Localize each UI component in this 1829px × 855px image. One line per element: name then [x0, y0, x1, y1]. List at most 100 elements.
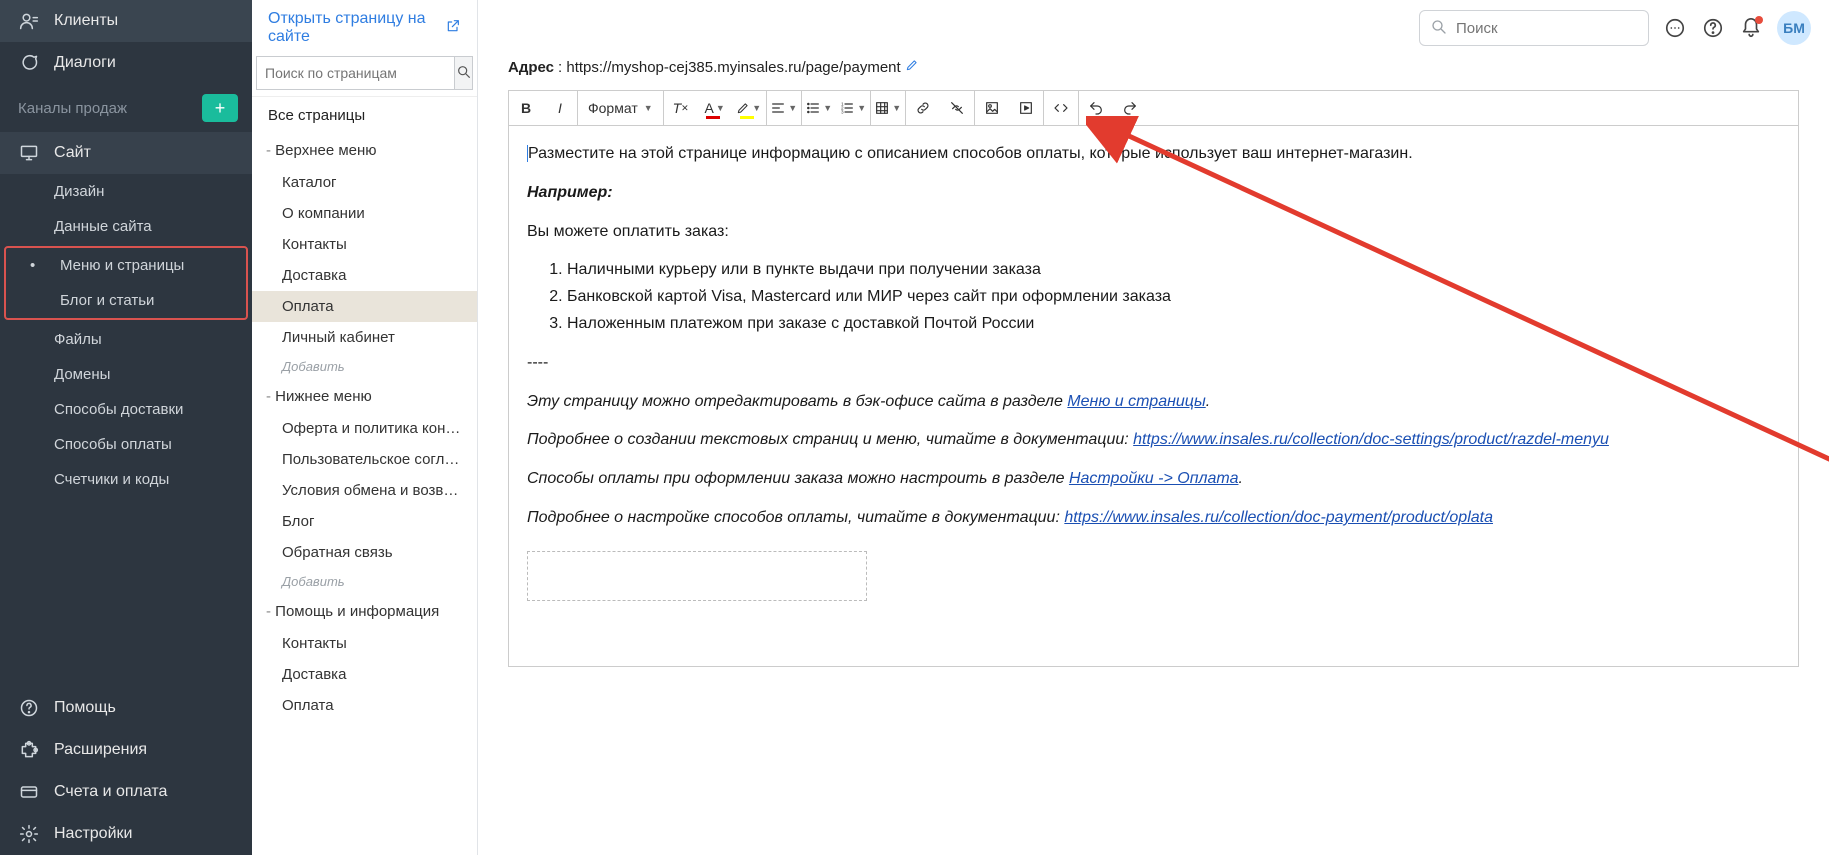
tree-item-contacts[interactable]: Контакты	[252, 229, 477, 260]
notification-dot	[1755, 16, 1763, 24]
pages-search-input[interactable]	[256, 56, 455, 90]
content-scroll[interactable]: Адрес : https://myshop-cej385.myinsales.…	[478, 56, 1829, 855]
nav-blog[interactable]: Блог и статьи	[6, 283, 246, 318]
open-page-link-label: Открыть страницу на сайте	[268, 10, 439, 46]
tree-item-help-payment[interactable]: Оплата	[252, 690, 477, 721]
tree-item-cabinet[interactable]: Личный кабинет	[252, 322, 477, 353]
page-address: Адрес : https://myshop-cej385.myinsales.…	[508, 56, 1799, 76]
search-icon	[456, 64, 472, 83]
nav-extensions-label: Расширения	[54, 741, 147, 759]
nav-payment-methods[interactable]: Способы оплаты	[0, 427, 252, 462]
video-button[interactable]	[1009, 91, 1043, 125]
search-icon	[1430, 18, 1448, 39]
empty-block-placeholder[interactable]	[527, 551, 867, 601]
tree-item-feedback[interactable]: Обратная связь	[252, 537, 477, 568]
example-heading: Например:	[527, 184, 613, 201]
text-color-button[interactable]: A▼	[698, 91, 732, 125]
nav-site-data[interactable]: Данные сайта	[0, 209, 252, 244]
tree-item-catalog[interactable]: Каталог	[252, 167, 477, 198]
open-page-link[interactable]: Открыть страницу на сайте	[252, 0, 477, 56]
editor-content[interactable]: Разместите на этой странице информацию с…	[509, 126, 1798, 666]
nav-help[interactable]: Помощь	[0, 687, 252, 729]
tree-bottom-menu[interactable]: Нижнее меню	[252, 380, 477, 413]
nav-delivery-methods[interactable]: Способы доставки	[0, 392, 252, 427]
address-url: : https://myshop-cej385.myinsales.ru/pag…	[558, 59, 901, 76]
add-channel-button[interactable]: +	[202, 94, 238, 122]
link-button[interactable]	[906, 91, 940, 125]
nav-channels-label: Каналы продаж	[18, 100, 127, 117]
nav-settings-label: Настройки	[54, 825, 132, 843]
doc1-link[interactable]: https://www.insales.ru/collection/doc-se…	[1133, 431, 1609, 448]
notifications-button[interactable]	[1739, 16, 1763, 40]
table-button[interactable]: ▼	[871, 91, 905, 125]
chat-icon-button[interactable]	[1663, 16, 1687, 40]
numbered-list-button[interactable]: 123▼	[836, 91, 870, 125]
nav-domains[interactable]: Домены	[0, 357, 252, 392]
nav-clients[interactable]: Клиенты	[0, 0, 252, 42]
tree-item-delivery[interactable]: Доставка	[252, 260, 477, 291]
pages-tree: Верхнее меню Каталог О компании Контакты…	[252, 134, 477, 855]
pages-search-button[interactable]	[455, 56, 473, 90]
tree-item-help-contacts[interactable]: Контакты	[252, 628, 477, 659]
tree-item-returns[interactable]: Условия обмена и возврата	[252, 475, 477, 506]
global-search-input[interactable]	[1456, 20, 1638, 37]
redo-button[interactable]	[1113, 91, 1147, 125]
user-avatar[interactable]: БМ	[1777, 11, 1811, 45]
bullet-list-button[interactable]: ▼	[802, 91, 836, 125]
clear-format-button[interactable]: T✕	[664, 91, 698, 125]
edit-icon[interactable]	[905, 58, 919, 76]
puzzle-icon	[18, 739, 40, 761]
align-button[interactable]: ▼	[767, 91, 801, 125]
tree-add-top[interactable]: Добавить	[252, 353, 477, 380]
nav-extensions[interactable]: Расширения	[0, 729, 252, 771]
tree-top-menu[interactable]: Верхнее меню	[252, 134, 477, 167]
tree-item-payment[interactable]: Оплата	[252, 291, 477, 322]
doc2-link[interactable]: https://www.insales.ru/collection/doc-pa…	[1064, 509, 1493, 526]
nav-site[interactable]: Сайт	[0, 132, 252, 174]
payment-settings-post: .	[1238, 470, 1242, 487]
rich-editor: B I Формат▼ T✕ A▼ ▼ ▼ ▼ 123▼	[508, 90, 1799, 667]
settings-payment-link[interactable]: Настройки -> Оплата	[1069, 470, 1239, 487]
nav-billing[interactable]: Счета и оплата	[0, 771, 252, 813]
nav-counters[interactable]: Счетчики и коды	[0, 462, 252, 497]
help-icon-button[interactable]	[1701, 16, 1725, 40]
nav-settings[interactable]: Настройки	[0, 813, 252, 855]
nav-billing-label: Счета и оплата	[54, 783, 167, 801]
nav-dialogs-label: Диалоги	[54, 54, 116, 72]
nav-clients-label: Клиенты	[54, 12, 118, 30]
tree-item-blog[interactable]: Блог	[252, 506, 477, 537]
nav-dialogs[interactable]: Диалоги	[0, 42, 252, 84]
pay-option-2: Банковской картой Visa, Mastercard или М…	[567, 285, 1780, 310]
nav-help-label: Помощь	[54, 699, 116, 717]
global-search[interactable]	[1419, 10, 1649, 46]
unlink-button[interactable]	[940, 91, 974, 125]
format-dropdown[interactable]: Формат▼	[578, 91, 663, 125]
menu-pages-link[interactable]: Меню и страницы	[1067, 393, 1205, 410]
can-pay-text: Вы можете оплатить заказ:	[527, 220, 1780, 245]
nav-menu-pages[interactable]: Меню и страницы	[6, 248, 246, 283]
nav-design[interactable]: Дизайн	[0, 174, 252, 209]
tree-item-agreement[interactable]: Пользовательское соглашение	[252, 444, 477, 475]
tree-add-bottom[interactable]: Добавить	[252, 568, 477, 595]
tree-item-help-delivery[interactable]: Доставка	[252, 659, 477, 690]
chat-icon	[18, 52, 40, 74]
editor-toolbar: B I Формат▼ T✕ A▼ ▼ ▼ ▼ 123▼	[509, 91, 1798, 126]
bold-button[interactable]: B	[509, 91, 543, 125]
image-button[interactable]	[975, 91, 1009, 125]
code-view-button[interactable]	[1044, 91, 1078, 125]
highlight-annotation: Меню и страницы Блог и статьи	[4, 246, 248, 320]
italic-button[interactable]: I	[543, 91, 577, 125]
monitor-icon	[18, 142, 40, 164]
all-pages-link[interactable]: Все страницы	[252, 96, 477, 134]
card-icon	[18, 781, 40, 803]
gear-icon	[18, 823, 40, 845]
tree-item-offer[interactable]: Оферта и политика конфиденциальности	[252, 413, 477, 444]
tree-help-menu[interactable]: Помощь и информация	[252, 595, 477, 628]
nav-files[interactable]: Файлы	[0, 322, 252, 357]
intro-text: Разместите на этой странице информацию с…	[528, 145, 1413, 162]
topbar: БМ	[478, 0, 1829, 56]
undo-button[interactable]	[1079, 91, 1113, 125]
edit-hint-pre: Эту страницу можно отредактировать в бэк…	[527, 393, 1067, 410]
tree-item-about[interactable]: О компании	[252, 198, 477, 229]
highlight-color-button[interactable]: ▼	[732, 91, 766, 125]
